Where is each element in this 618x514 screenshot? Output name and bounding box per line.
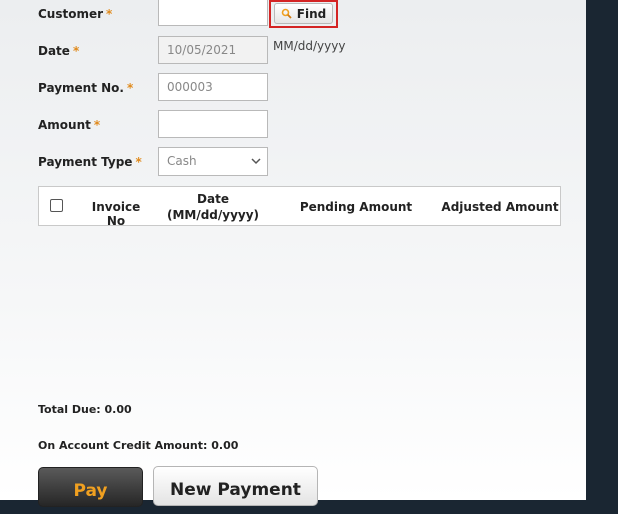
date-input[interactable]: 10/05/2021 [158,36,268,64]
find-button-label: Find [296,6,327,21]
pay-button[interactable]: Pay [38,467,143,507]
new-payment-button[interactable]: New Payment [153,466,318,506]
payment-no-input[interactable]: 000003 [158,73,268,101]
select-all-checkbox[interactable] [50,199,63,212]
payment-type-select[interactable]: Cash [158,147,268,176]
column-date-format: (MM/dd/yyyy) [166,208,260,222]
payment-no-label: Payment No. * [38,81,133,95]
required-mark: * [106,7,113,21]
customer-label-text: Customer [38,7,104,21]
required-mark: * [135,155,142,169]
chevron-down-icon [251,158,261,165]
date-label-text: Date [38,44,70,58]
customer-label: Customer * [38,7,112,21]
required-mark: * [126,81,134,95]
date-format-hint: MM/dd/yyyy [273,39,346,53]
payment-type-label-text: Payment Type [38,155,133,169]
on-account-credit-amount: On Account Credit Amount: 0.00 [38,439,239,452]
column-date: Date [197,192,229,206]
required-mark: * [72,44,80,58]
column-pending-amount: Pending Amount [299,200,413,214]
payment-no-label-text: Payment No. [38,81,124,95]
amount-label: Amount * [38,118,100,132]
search-icon [281,8,292,19]
find-button[interactable]: Find [274,3,333,24]
payment-form-panel: Customer * Find Date * 10/05/2021 MM/dd/yy… [0,0,586,507]
column-invoice-no: Invoice No [91,200,141,228]
payment-type-label: Payment Type * [38,155,142,169]
invoice-grid: Invoice No Date (MM/dd/yyyy) Pending Amo… [38,186,561,228]
column-adjusted-amount: Adjusted Amount [441,200,559,214]
amount-label-text: Amount [38,118,91,132]
required-mark: * [93,118,101,132]
payment-type-selected: Cash [167,154,197,168]
amount-input[interactable] [158,110,268,138]
date-label: Date * [38,44,79,58]
total-due: Total Due: 0.00 [38,403,132,416]
customer-input[interactable] [158,0,268,26]
